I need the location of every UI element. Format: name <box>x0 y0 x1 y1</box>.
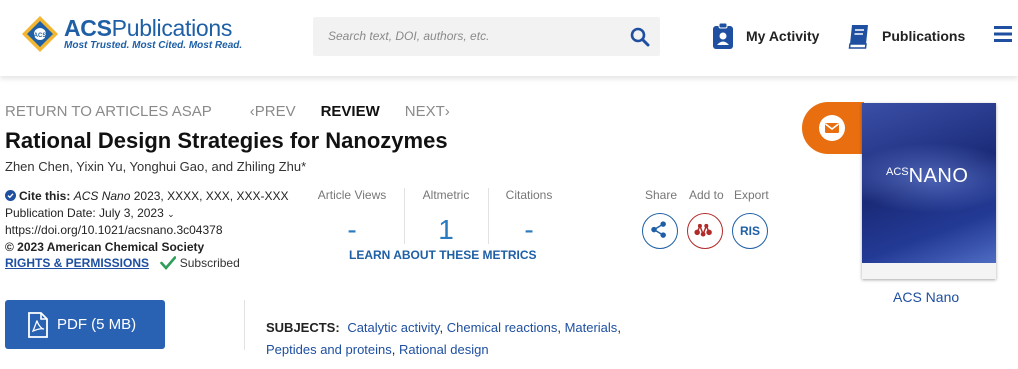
article-type: REVIEW <box>320 103 380 120</box>
next-label: NEXT <box>404 103 445 120</box>
cover-name: NANO <box>908 165 969 187</box>
subject-link[interactable]: Rational design <box>399 342 489 357</box>
share-button[interactable] <box>642 213 678 249</box>
site-header: ACS ACSPublications Most Trusted. Most C… <box>0 0 1018 76</box>
section-divider <box>244 300 245 350</box>
svg-text:ACS: ACS <box>34 33 47 39</box>
article-views-metric: Article Views - <box>316 188 388 246</box>
citations-value: - <box>524 214 534 245</box>
learn-about-metrics-link[interactable]: LEARN ABOUT THESE METRICS <box>349 248 537 262</box>
subject-link[interactable]: Catalytic activity <box>347 320 439 335</box>
metric-divider <box>404 188 405 244</box>
rights-permissions-link[interactable]: RIGHTS & PERMISSIONS <box>5 256 149 270</box>
copyright: © 2023 American Chemical Society <box>5 239 205 254</box>
citations-label: Citations <box>505 188 553 202</box>
envelope-icon <box>819 115 845 141</box>
publication-date-label: Publication Date: July 3, 2023 <box>5 205 164 220</box>
export-ris-button[interactable]: RIS <box>732 213 768 249</box>
publications-label: Publications <box>882 28 966 44</box>
cover-prefix: ACS <box>886 166 909 178</box>
pdf-label: PDF (5 MB) <box>57 316 137 333</box>
export-label: Export <box>734 188 769 202</box>
altmetric-label: Altmetric <box>422 188 470 202</box>
email-alert-tab[interactable] <box>802 102 864 154</box>
clipboard-user-icon <box>713 22 733 49</box>
logo-title-rest: Publications <box>111 15 233 41</box>
pdf-file-icon <box>28 311 48 338</box>
chevron-right-icon: › <box>444 103 450 120</box>
cover-journal-title: ACSNANO <box>886 165 968 188</box>
my-activity-link[interactable]: My Activity <box>710 22 819 50</box>
share-icon <box>651 221 666 238</box>
hamburger-menu-icon[interactable] <box>994 26 1012 42</box>
journal-name-link[interactable]: ACS Nano <box>893 289 959 305</box>
cite-journal: ACS Nano <box>73 189 131 203</box>
subject-link[interactable]: Materials <box>565 320 618 335</box>
subscribed-status: Subscribed <box>179 256 240 270</box>
prev-label: PREV <box>254 103 296 120</box>
add-to-label: Add to <box>689 188 724 202</box>
article-views-label: Article Views <box>317 188 387 202</box>
acs-publications-logo[interactable]: ACS ACSPublications Most Trusted. Most C… <box>20 14 242 54</box>
altmetric-metric[interactable]: Altmetric 1 <box>418 188 474 246</box>
article-authors[interactable]: Zhen Chen, Yixin Yu, Yonghui Gao, and Zh… <box>5 159 306 174</box>
pdf-download-button[interactable]: PDF (5 MB) <box>5 300 165 349</box>
acs-logo-icon: ACS <box>22 16 58 52</box>
logo-title-bold: ACS <box>64 15 112 41</box>
return-to-articles-link[interactable]: RETURN TO ARTICLES ASAP <box>5 103 212 120</box>
next-link[interactable]: NEXT › <box>405 103 450 120</box>
publication-date[interactable]: Publication Date: July 3, 2023 ⌄ <box>5 205 288 223</box>
book-icon <box>848 25 868 49</box>
cite-details: 2023, XXXX, XXX, XXX-XXX <box>133 189 289 203</box>
search-input[interactable]: Search text, DOI, authors, etc. <box>328 29 489 43</box>
my-activity-label: My Activity <box>746 28 820 44</box>
prev-link[interactable]: ‹ PREV <box>250 103 296 120</box>
share-label: Share <box>645 188 678 202</box>
add-to-button[interactable] <box>687 213 723 249</box>
checkmark-icon <box>160 256 177 270</box>
subjects-label: SUBJECTS: <box>266 320 340 335</box>
search-box[interactable]: Search text, DOI, authors, etc. <box>313 17 660 56</box>
cite-this-label[interactable]: Cite this: <box>19 189 70 203</box>
cite-check-icon <box>5 190 16 201</box>
article-views-value: - <box>347 214 357 245</box>
publications-link[interactable]: Publications <box>846 22 965 50</box>
metric-divider <box>488 188 489 244</box>
subjects: SUBJECTS: Catalytic activity, Chemical r… <box>266 320 621 357</box>
citations-metric: Citations - <box>504 188 554 246</box>
doi-link[interactable]: https://doi.org/10.1021/acsnano.3c04378 <box>5 222 288 239</box>
article-meta: Cite this: ACS Nano 2023, XXXX, XXX, XXX… <box>5 188 288 272</box>
altmetric-value: 1 <box>438 214 454 245</box>
journal-cover[interactable]: ACSNANO <box>862 103 996 279</box>
logo-tagline: Most Trusted. Most Cited. Most Read. <box>64 40 243 51</box>
chevron-down-icon: ⌄ <box>167 208 175 219</box>
cover-footer-stripe <box>862 263 996 279</box>
article-title: Rational Design Strategies for Nanozymes <box>5 128 448 153</box>
subject-link[interactable]: Peptides and proteins <box>266 342 392 357</box>
article-navigation: RETURN TO ARTICLES ASAP ‹ PREV REVIEW NE… <box>5 103 450 120</box>
subject-link[interactable]: Chemical reactions <box>447 320 558 335</box>
search-icon[interactable] <box>630 27 650 47</box>
mendeley-icon <box>694 223 712 237</box>
